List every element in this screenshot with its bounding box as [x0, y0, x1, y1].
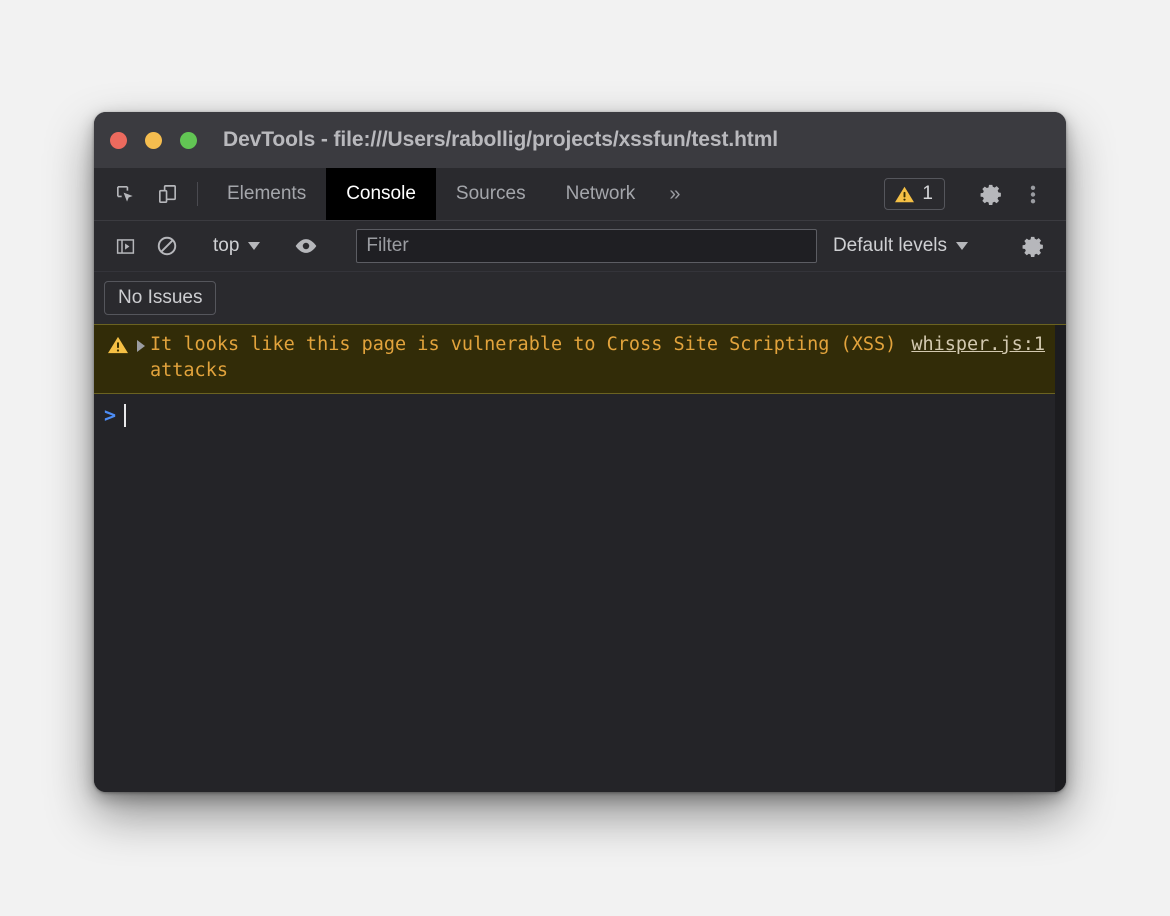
log-levels-select[interactable]: Default levels: [827, 235, 974, 257]
live-expression-eye-icon[interactable]: [285, 237, 327, 255]
console-settings-gear-icon[interactable]: [1012, 234, 1054, 259]
device-toolbar-icon[interactable]: [146, 168, 188, 220]
tab-bar-right-controls: 1: [884, 168, 1066, 220]
warning-triangle-icon: [895, 186, 915, 202]
console-scrollbar[interactable]: [1055, 325, 1066, 792]
window-title: DevTools - file:///Users/rabollig/projec…: [223, 128, 778, 151]
console-toolbar: top Filter Default levels: [94, 221, 1066, 272]
console-sidebar-icon[interactable]: [104, 236, 146, 257]
tab-elements[interactable]: Elements: [207, 168, 326, 220]
devtools-window: DevTools - file:///Users/rabollig/projec…: [94, 112, 1066, 792]
log-levels-label: Default levels: [832, 235, 947, 256]
console-warning-message[interactable]: It looks like this page is vulnerable to…: [94, 325, 1055, 394]
window-title-bar[interactable]: DevTools - file:///Users/rabollig/projec…: [94, 112, 1066, 168]
no-issues-button[interactable]: No Issues: [104, 281, 217, 315]
tab-bar-left-icons: [94, 168, 207, 220]
maximize-window-button[interactable]: [180, 131, 197, 149]
tab-sources[interactable]: Sources: [436, 168, 546, 220]
execution-context-select[interactable]: top: [207, 235, 266, 257]
chevron-down-icon: [248, 242, 261, 250]
traffic-light-controls: [110, 131, 197, 149]
minimize-window-button[interactable]: [145, 131, 162, 149]
console-prompt-chevron-icon: >: [104, 403, 117, 427]
execution-context-label: top: [213, 235, 240, 256]
chevron-down-icon: [956, 242, 968, 250]
console-prompt-row[interactable]: >: [94, 394, 1055, 428]
console-message-source-link[interactable]: whisper.js:1: [911, 332, 1045, 358]
warning-triangle-icon: [108, 336, 128, 354]
close-window-button[interactable]: [110, 131, 127, 149]
expand-message-arrow-icon[interactable]: [137, 340, 145, 352]
clear-console-icon[interactable]: [146, 235, 188, 257]
issues-count-badge[interactable]: 1: [884, 178, 945, 210]
tab-bar-divider: [197, 182, 198, 206]
issues-count: 1: [922, 183, 933, 204]
kebab-menu-icon[interactable]: [1012, 183, 1054, 206]
devtools-tab-bar: Elements Console Sources Network » 1: [94, 168, 1066, 221]
more-tabs-chevron-icon[interactable]: »: [655, 168, 694, 220]
tab-network[interactable]: Network: [546, 168, 656, 220]
inspect-element-icon[interactable]: [104, 168, 146, 220]
issues-bar: No Issues: [94, 272, 1066, 325]
gear-icon[interactable]: [970, 182, 1012, 207]
console-message-area: It looks like this page is vulnerable to…: [94, 325, 1066, 792]
filter-input[interactable]: Filter: [356, 229, 817, 263]
console-warning-text: It looks like this page is vulnerable to…: [150, 334, 897, 381]
tab-console[interactable]: Console: [326, 168, 436, 220]
filter-placeholder: Filter: [366, 235, 409, 256]
console-prompt-caret: [124, 404, 127, 427]
